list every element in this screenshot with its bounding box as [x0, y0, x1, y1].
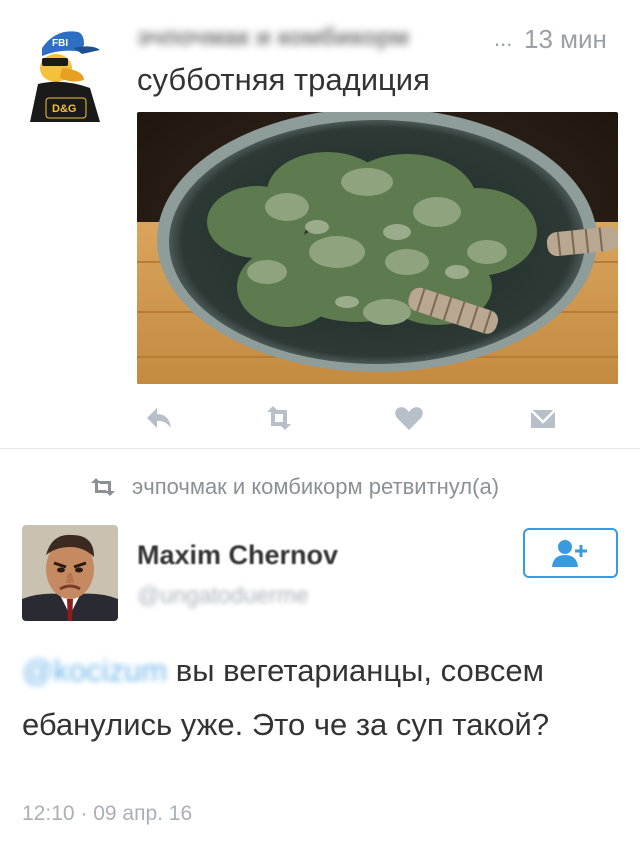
dg-text: D&G: [52, 103, 76, 115]
tweet-actions: [137, 398, 618, 438]
follow-button[interactable]: [523, 528, 618, 578]
reply-text: @kocizum вы вегетарианцы, совсем ебанули…: [22, 644, 622, 752]
reply-icon[interactable]: [137, 398, 177, 438]
reply-timestamp[interactable]: 12:10 · 09 апр. 16: [22, 802, 192, 826]
reply-author-name[interactable]: Maxim Chernov: [137, 540, 338, 571]
avatar[interactable]: [22, 525, 118, 621]
tweet-text: субботняя традиция: [137, 62, 430, 97]
cartoon-avatar-image: FBI D&G: [30, 31, 100, 122]
tweet-time[interactable]: 13 мин: [524, 24, 607, 55]
tweet-photo[interactable]: [137, 112, 618, 384]
angry-man-avatar-image: [22, 525, 118, 621]
tweet-card: FBI D&G эчпочмак и комбикорм ... 13 мин …: [0, 0, 640, 448]
author-name[interactable]: эчпочмак и комбикорм: [137, 24, 492, 52]
follow-user-icon: [551, 540, 587, 567]
tweet-divider: [0, 448, 640, 449]
fbi-cap-text: FBI: [52, 38, 68, 49]
retweet-notice[interactable]: эчпочмак и комбикорм ретвитнул(а): [88, 474, 499, 500]
dm-icon[interactable]: [523, 398, 563, 438]
name-ellipsis: ...: [494, 26, 513, 51]
banya-photo-image: [137, 112, 618, 384]
reply-author-handle[interactable]: @ungatoduerme: [137, 582, 309, 609]
retweet-icon[interactable]: [259, 398, 299, 438]
retweet-notice-text: эчпочмак и комбикорм ретвитнул(а): [132, 474, 500, 499]
avatar[interactable]: FBI D&G: [22, 22, 118, 122]
mention-link[interactable]: @kocizum: [22, 653, 167, 688]
retweet-icon: [91, 478, 115, 496]
heart-icon[interactable]: [389, 398, 429, 438]
